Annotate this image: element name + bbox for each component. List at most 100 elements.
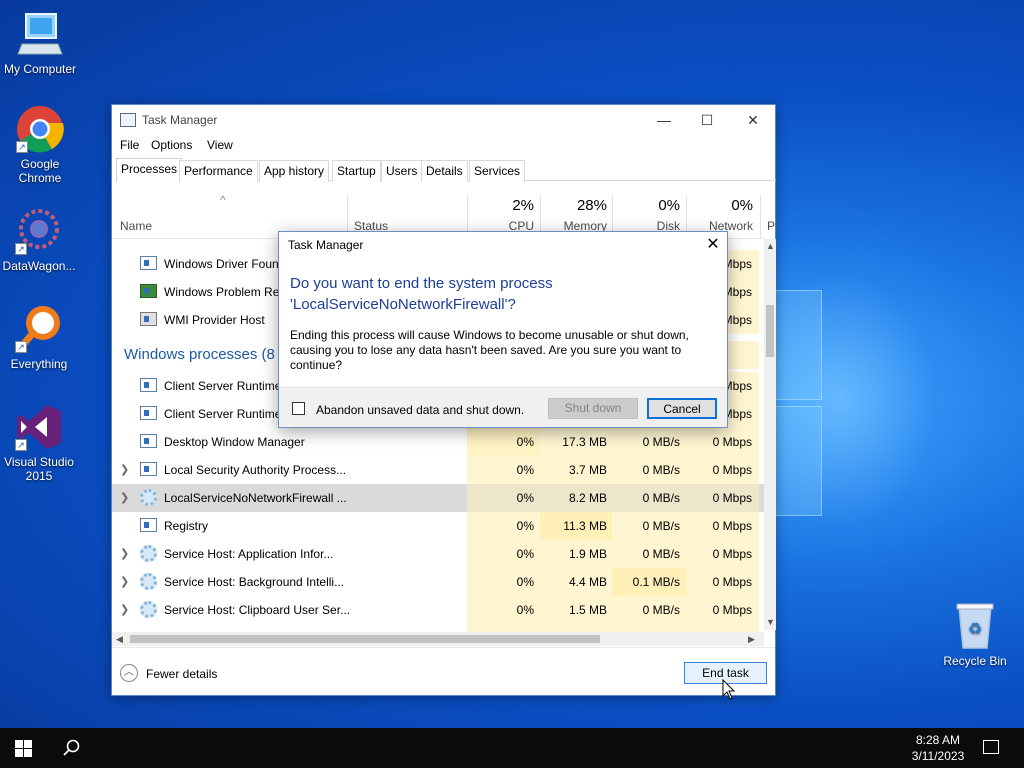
process-disk: 0 MB/s — [642, 519, 680, 533]
app-window-icon — [140, 378, 157, 392]
dialog-question-line2: 'LocalServiceNoNetworkFirewall'? — [290, 296, 516, 313]
table-row[interactable]: Registry 0% 11.3 MB 0 MB/s 0 Mbps — [112, 512, 764, 540]
process-network: 0 Mbps — [712, 491, 752, 505]
process-name: Local Security Authority Process... — [164, 463, 347, 477]
start-button[interactable] — [15, 740, 32, 757]
column-cpu-percent[interactable]: 2% — [472, 197, 534, 214]
chevron-up-icon[interactable]: ︿ — [120, 664, 138, 682]
footer-bar: ︿ Fewer details End task — [112, 647, 775, 695]
expand-chevron-icon[interactable]: ❯ — [120, 547, 129, 560]
vertical-scroll-thumb[interactable] — [766, 305, 774, 357]
desktop-icon-datawagon[interactable]: ↗ DataWagon... — [0, 207, 79, 273]
close-button[interactable]: ✕ — [730, 105, 776, 135]
system-clock[interactable]: 8:28 AM 3/11/2023 — [900, 732, 976, 764]
menu-options[interactable]: Options — [151, 138, 192, 152]
column-power-partial[interactable]: P — [767, 219, 775, 233]
process-memory: 3.7 MB — [568, 463, 607, 477]
app-window-icon — [140, 518, 157, 532]
scroll-right-arrow-icon[interactable]: ▶ — [748, 634, 755, 645]
clock-date: 3/11/2023 — [911, 749, 965, 763]
process-name: WMI Provider Host — [164, 313, 265, 327]
shortcut-arrow-icon: ↗ — [15, 243, 27, 255]
column-network-percent[interactable]: 0% — [688, 197, 753, 214]
dialog-close-button[interactable]: ✕ — [699, 234, 727, 256]
taskbar: 8:28 AM 3/11/2023 — [0, 728, 1024, 768]
maximize-button[interactable]: ☐ — [684, 105, 730, 135]
shut-down-button[interactable]: Shut down — [548, 398, 638, 419]
tab-performance[interactable]: Performance — [179, 160, 258, 182]
expand-chevron-icon[interactable]: ❯ — [120, 603, 129, 616]
table-row-selected[interactable]: ❯ LocalServiceNoNetworkFirewall ... 0% 8… — [112, 484, 764, 512]
process-name: Windows Driver Found — [164, 257, 286, 271]
process-name: Service Host: Clipboard User Ser... — [164, 603, 351, 617]
scroll-down-arrow-icon[interactable]: ▼ — [766, 617, 775, 627]
process-memory: 1.9 MB — [568, 547, 607, 561]
desktop-icon-label: Visual Studio 2015 — [4, 455, 74, 483]
process-disk: 0.1 MB/s — [632, 575, 680, 589]
notification-center-icon[interactable] — [983, 740, 999, 754]
desktop-icon-visual-studio[interactable]: ↗ Visual Studio 2015 — [0, 403, 79, 483]
menu-view[interactable]: View — [207, 138, 233, 152]
table-row-partial[interactable] — [112, 624, 764, 632]
expand-chevron-icon[interactable]: ❯ — [120, 575, 129, 588]
table-row[interactable]: ❯ Service Host: Clipboard User Ser... 0%… — [112, 596, 764, 624]
expand-chevron-icon[interactable]: ❯ — [120, 463, 129, 476]
desktop-icon-my-computer[interactable]: My Computer — [0, 10, 80, 76]
process-disk: 0 MB/s — [642, 491, 680, 505]
vertical-scrollbar[interactable]: ▲ ▼ — [764, 239, 776, 630]
service-gear-icon — [140, 573, 157, 590]
service-gear-icon — [140, 601, 157, 618]
table-row[interactable]: ❯ Service Host: Background Intelli... 0%… — [112, 568, 764, 596]
wallpaper-windows-logo — [770, 290, 822, 520]
horizontal-scroll-thumb[interactable] — [130, 635, 600, 643]
desktop-icon-label: Recycle Bin — [943, 654, 1007, 668]
process-name: Windows Problem Rep — [164, 285, 287, 299]
minimize-button[interactable]: — — [641, 105, 687, 135]
end-process-dialog: Task Manager ✕ Do you want to end the sy… — [278, 231, 728, 428]
tab-details[interactable]: Details — [421, 160, 468, 182]
column-name[interactable]: Name — [120, 219, 152, 233]
menu-file[interactable]: File — [120, 138, 139, 152]
search-icon — [63, 739, 80, 756]
expand-chevron-icon[interactable]: ❯ — [120, 491, 129, 504]
mouse-cursor-icon — [722, 679, 736, 700]
title-bar[interactable]: Task Manager — ☐ ✕ — [112, 105, 775, 135]
abandon-data-checkbox-label[interactable]: Abandon unsaved data and shut down. — [316, 403, 524, 417]
dialog-button-bar: Abandon unsaved data and shut down. Shut… — [279, 387, 727, 427]
window-title: Task Manager — [142, 113, 218, 127]
tab-services[interactable]: Services — [469, 160, 526, 182]
process-name: Service Host: Application Infor... — [164, 547, 334, 561]
process-disk: 0 MB/s — [642, 547, 680, 561]
process-network: 0 Mbps — [712, 519, 752, 533]
table-row[interactable]: ❯ Local Security Authority Process... 0%… — [112, 456, 764, 484]
process-memory: 8.2 MB — [568, 491, 607, 505]
tab-users[interactable]: Users — [381, 160, 423, 182]
recycle-bin-icon: ♻ — [951, 602, 999, 650]
horizontal-scrollbar[interactable]: ◀ ▶ — [112, 632, 764, 646]
column-memory-percent[interactable]: 28% — [542, 197, 607, 214]
clock-time: 8:28 AM — [915, 733, 961, 747]
tab-startup[interactable]: Startup — [332, 160, 381, 182]
desktop-icon-recycle-bin[interactable]: ♻ Recycle Bin — [935, 602, 1015, 668]
search-button[interactable] — [62, 738, 82, 758]
menu-bar: File Options View — [112, 135, 775, 157]
abandon-data-checkbox[interactable] — [292, 402, 305, 415]
scroll-left-arrow-icon[interactable]: ◀ — [116, 634, 123, 645]
svg-text:♻: ♻ — [968, 619, 982, 638]
service-gear-icon — [140, 545, 157, 562]
desktop-icon-label: Google Chrome — [18, 157, 62, 185]
table-row[interactable]: Desktop Window Manager 0% 17.3 MB 0 MB/s… — [112, 428, 764, 456]
app-window-icon — [140, 256, 157, 270]
process-name: Client Server Runtime — [164, 407, 282, 421]
cancel-button[interactable]: Cancel — [647, 398, 717, 419]
column-disk-percent[interactable]: 0% — [614, 197, 680, 214]
table-row[interactable]: ❯ Service Host: Application Infor... 0% … — [112, 540, 764, 568]
shortcut-arrow-icon: ↗ — [16, 141, 28, 153]
scroll-up-arrow-icon[interactable]: ▲ — [766, 241, 775, 251]
tab-processes[interactable]: Processes — [116, 158, 183, 182]
desktop-icon-everything[interactable]: ↗ Everything — [0, 305, 79, 371]
fewer-details-link[interactable]: Fewer details — [146, 667, 217, 681]
task-manager-app-icon — [120, 113, 136, 127]
tab-app-history[interactable]: App history — [259, 160, 330, 182]
desktop-icon-google-chrome[interactable]: ↗ Google Chrome — [0, 105, 80, 185]
